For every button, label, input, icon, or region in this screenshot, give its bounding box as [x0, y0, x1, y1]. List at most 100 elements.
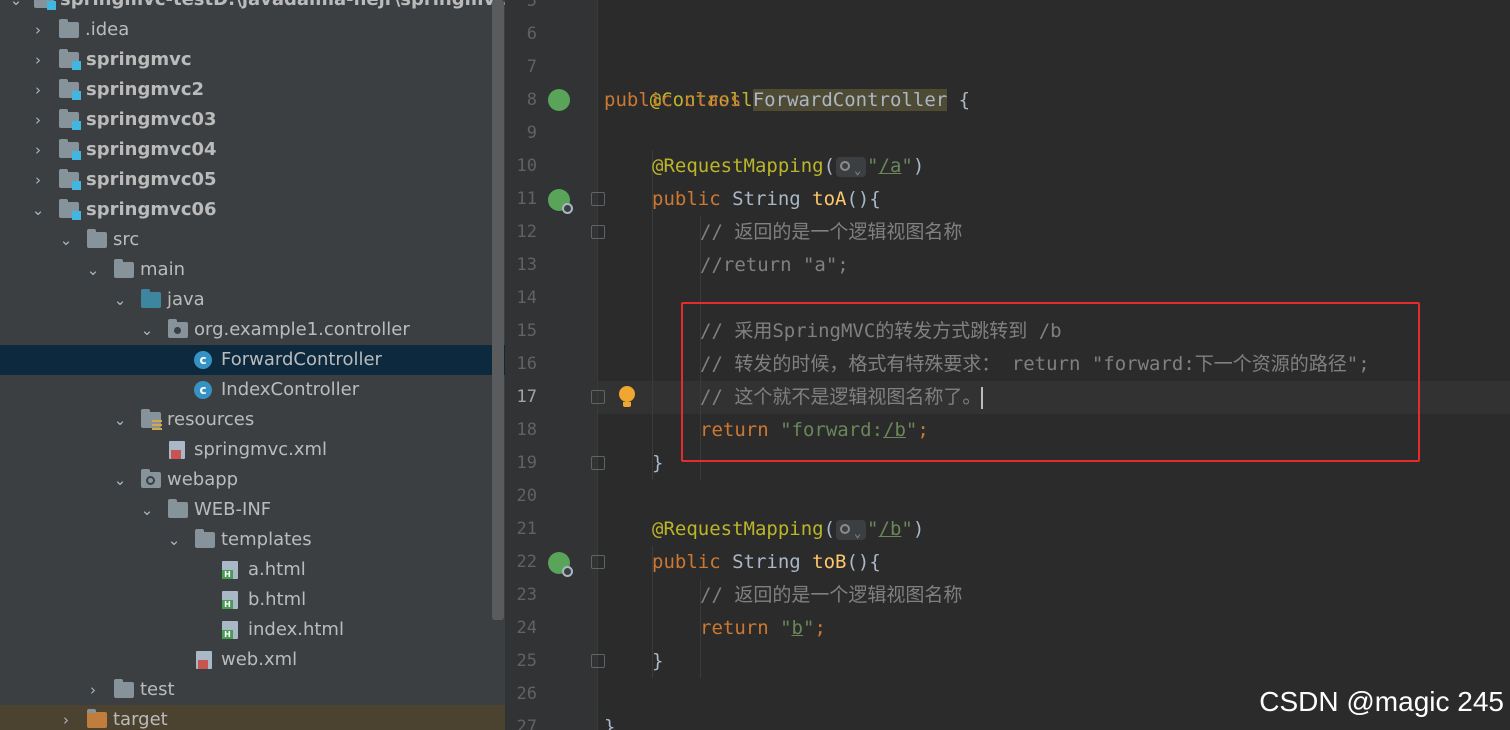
tree-item-src[interactable]: ⌄ src	[0, 225, 505, 255]
semicolon: ;	[814, 617, 826, 639]
chevron-down-icon[interactable]: ⌄	[30, 195, 46, 225]
chevron-right-icon[interactable]: ›	[58, 705, 74, 730]
tree-item-test[interactable]: › test	[0, 675, 505, 705]
spring-bean-icon[interactable]	[548, 89, 570, 111]
tree-item-label: springmvc2	[86, 79, 205, 100]
fold-icon[interactable]	[591, 456, 605, 470]
tree-item-springmvc05[interactable]: › springmvc05	[0, 165, 505, 195]
module-folder-icon	[59, 49, 81, 70]
tree-item-springmvc2[interactable]: › springmvc2	[0, 75, 505, 105]
line-number: 25	[516, 651, 537, 671]
tree-item-label: springmvc	[86, 49, 192, 70]
fold-icon[interactable]	[591, 555, 605, 569]
tree-item-springmvc04[interactable]: › springmvc04	[0, 135, 505, 165]
tree-item-label: resources	[167, 409, 255, 430]
fold-icon[interactable]	[591, 390, 605, 404]
chevron-right-icon[interactable]: ›	[30, 15, 46, 45]
chevron-right-icon[interactable]: ›	[30, 135, 46, 165]
chevron-down-icon[interactable]: ⌄	[85, 255, 101, 285]
tree-item-indexcontroller[interactable]: c IndexController	[0, 375, 505, 405]
code-line-13: //return "a";	[700, 254, 849, 276]
paren: (	[823, 155, 836, 177]
tree-item-springmvc[interactable]: › springmvc	[0, 45, 505, 75]
paren: )	[912, 518, 925, 540]
html-file-icon	[222, 561, 238, 579]
chevron-down-icon[interactable]: ⌄	[166, 525, 182, 555]
resources-folder-icon	[141, 409, 162, 430]
spring-request-mapping-icon[interactable]	[548, 552, 573, 577]
url-path[interactable]: /a	[879, 155, 902, 177]
tree-item-forwardcontroller[interactable]: c ForwardController	[0, 345, 505, 375]
code-line-22: public String toB(){	[652, 546, 881, 579]
line-number: 26	[516, 684, 537, 704]
tree-item-label: java	[167, 289, 205, 310]
tree-item-a-html[interactable]: a.html	[0, 555, 505, 585]
tree-item-package[interactable]: ⌄ org.example1.controller	[0, 315, 505, 345]
project-path: D:\javadaima-nejr\springmvc-test	[213, 0, 505, 10]
tree-item-label: org.example1.controller	[194, 319, 410, 340]
string-quote: "	[901, 155, 913, 177]
package-icon	[168, 319, 188, 338]
keyword: return	[700, 617, 769, 639]
code-editor[interactable]: 5 6 7 8 9 10 11 12 13 14 15 16 17 18 19 …	[505, 0, 1510, 730]
class-icon: c	[194, 381, 212, 399]
fold-icon[interactable]	[591, 654, 605, 668]
chevron-down-icon[interactable]: ⌄	[112, 285, 128, 315]
tree-item-webapp[interactable]: ⌄ webapp	[0, 465, 505, 495]
line-number: 18	[516, 420, 537, 440]
url-globe-icon[interactable]	[836, 517, 867, 550]
chevron-right-icon[interactable]: ›	[30, 75, 46, 105]
tree-item-b-html[interactable]: b.html	[0, 585, 505, 615]
tree-item-target[interactable]: › target	[0, 705, 505, 730]
module-folder-icon	[34, 0, 56, 10]
tree-item-web-xml[interactable]: web.xml	[0, 645, 505, 675]
tree-item-label: springmvc-test	[60, 0, 213, 10]
module-folder-icon	[59, 139, 81, 160]
chevron-right-icon[interactable]: ›	[30, 45, 46, 75]
url-globe-icon[interactable]	[836, 154, 867, 187]
fold-icon[interactable]	[591, 192, 605, 206]
project-tree-panel: ⌄ springmvc-testD:\javadaima-nejr\spring…	[0, 0, 505, 730]
lightbulb-icon[interactable]	[617, 386, 637, 410]
tree-item-idea[interactable]: › .idea	[0, 15, 505, 45]
tree-item-springmvc03[interactable]: › springmvc03	[0, 105, 505, 135]
tree-item-java[interactable]: ⌄ java	[0, 285, 505, 315]
chevron-down-icon[interactable]: ⌄	[58, 225, 74, 255]
chevron-right-icon[interactable]: ›	[30, 165, 46, 195]
method-name: toB	[812, 551, 847, 573]
chevron-right-icon[interactable]: ›	[85, 675, 101, 705]
url-path[interactable]: /b	[879, 518, 902, 540]
tree-item-templates[interactable]: ⌄ templates	[0, 525, 505, 555]
chevron-down-icon[interactable]: ⌄	[112, 465, 128, 495]
tree-item-label: springmvc04	[86, 139, 217, 160]
tree-item-web-inf[interactable]: ⌄ WEB-INF	[0, 495, 505, 525]
keyword: public	[652, 551, 721, 573]
line-number: 15	[516, 321, 537, 341]
tree-item-label: index.html	[248, 619, 344, 640]
chevron-down-icon[interactable]: ⌄	[139, 495, 155, 525]
string-quote: "	[802, 617, 815, 639]
tree-item-label: springmvc.xml	[194, 439, 328, 460]
tree-item-label: src	[113, 229, 140, 250]
tree-item-label: a.html	[248, 559, 306, 580]
spring-request-mapping-icon[interactable]	[548, 189, 573, 214]
tree-item-root[interactable]: ⌄ springmvc-testD:\javadaima-nejr\spring…	[0, 0, 505, 15]
chevron-down-icon[interactable]: ⌄	[112, 405, 128, 435]
tree-item-resources[interactable]: ⌄ resources	[0, 405, 505, 435]
string-value: b	[791, 617, 803, 639]
string-quote: "	[867, 518, 879, 540]
line-number: 19	[516, 453, 537, 473]
chevron-down-icon[interactable]: ⌄	[8, 0, 24, 15]
chevron-right-icon[interactable]: ›	[30, 105, 46, 135]
line-number: 9	[526, 123, 537, 143]
fold-icon[interactable]	[591, 225, 605, 239]
folder-icon	[168, 499, 188, 518]
string-quote: "	[867, 155, 879, 177]
tree-item-main[interactable]: ⌄ main	[0, 255, 505, 285]
tree-scrollbar[interactable]	[492, 0, 504, 620]
tree-item-index-html[interactable]: index.html	[0, 615, 505, 645]
tree-item-springmvc06[interactable]: ⌄ springmvc06	[0, 195, 505, 225]
code-line-21: @RequestMapping("/b")	[652, 513, 925, 550]
chevron-down-icon[interactable]: ⌄	[139, 315, 155, 345]
tree-item-springmvc-xml[interactable]: springmvc.xml	[0, 435, 505, 465]
